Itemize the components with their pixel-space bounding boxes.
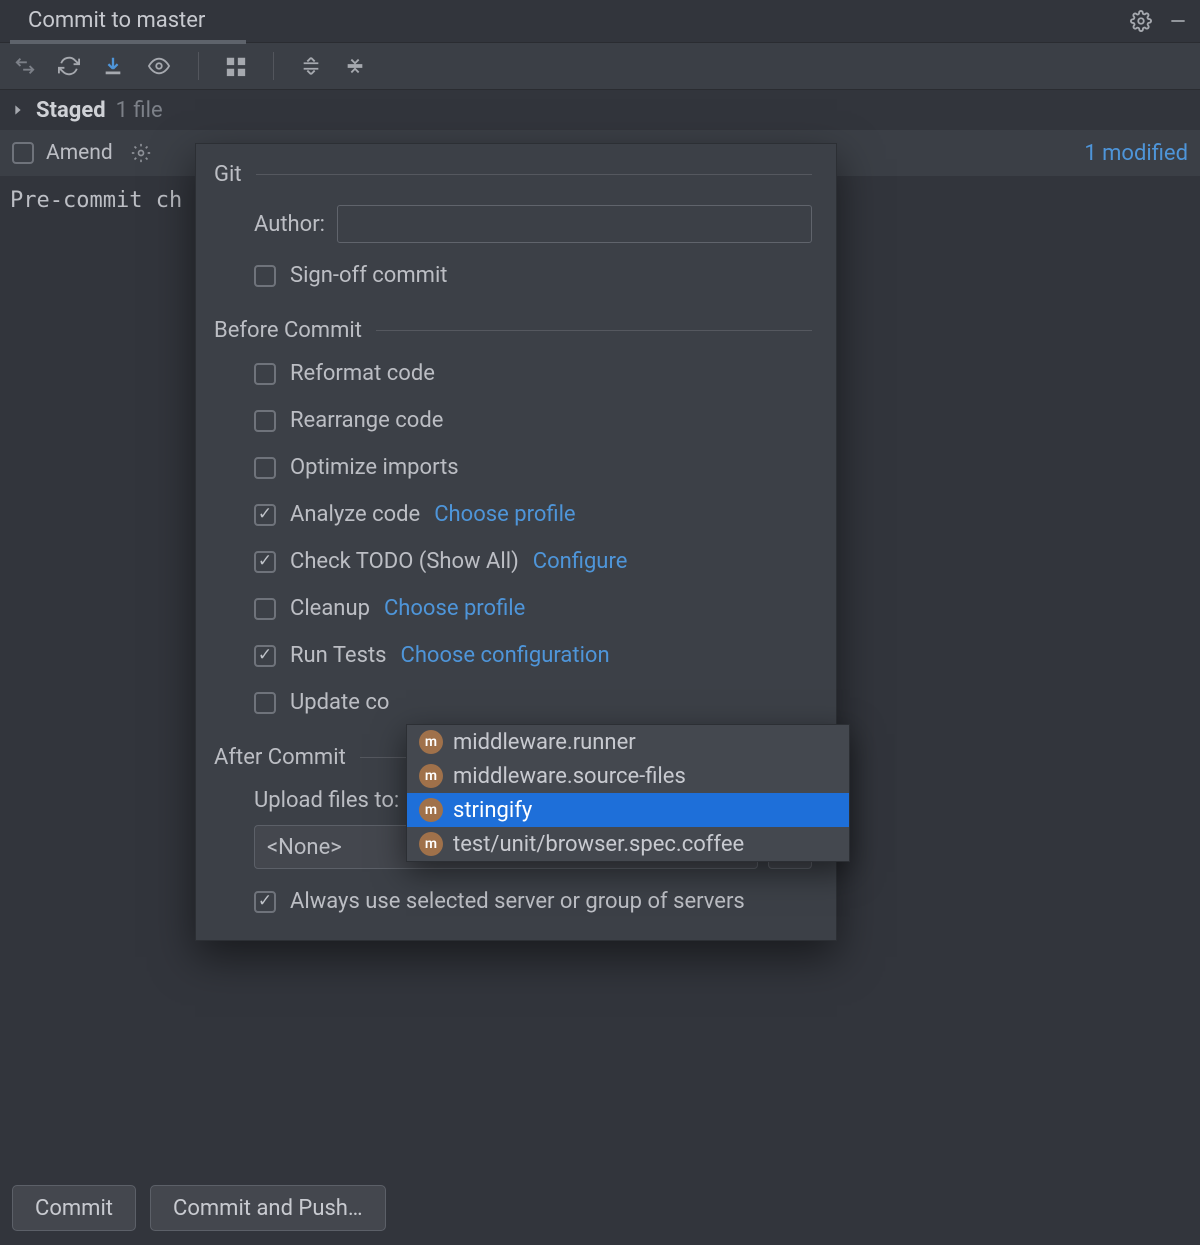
todo-checkbox[interactable] [254, 551, 276, 573]
signoff-label: Sign-off commit [290, 263, 448, 288]
minimize-icon[interactable] [1168, 11, 1188, 31]
tab-title[interactable]: Commit to master [12, 0, 221, 43]
analyze-profile-link[interactable]: Choose profile [434, 502, 575, 527]
update-label: Update co [290, 690, 389, 715]
select-value: <None> [267, 835, 342, 860]
mocha-icon: m [419, 798, 443, 822]
run-config-dropdown: m middleware.runner m middleware.source-… [406, 724, 850, 862]
config-item-label: middleware.runner [453, 730, 636, 755]
after-commit-title: After Commit [214, 745, 346, 770]
author-input[interactable] [337, 205, 812, 243]
optimize-label: Optimize imports [290, 455, 459, 480]
config-item-label: middleware.source-files [453, 764, 686, 789]
config-item-label: test/unit/browser.spec.coffee [453, 832, 744, 857]
cleanup-checkbox[interactable] [254, 598, 276, 620]
mocha-icon: m [419, 764, 443, 788]
refresh-icon[interactable] [58, 55, 80, 77]
runtests-label: Run Tests [290, 643, 387, 668]
cleanup-profile-link[interactable]: Choose profile [384, 596, 525, 621]
runtests-config-link[interactable]: Choose configuration [401, 643, 610, 668]
author-label: Author: [254, 212, 325, 237]
commit-and-push-button[interactable]: Commit and Push… [150, 1185, 386, 1231]
expand-all-icon[interactable] [300, 55, 322, 77]
collapse-all-icon[interactable] [344, 55, 366, 77]
commit-options-gear-icon[interactable] [131, 143, 151, 163]
signoff-checkbox[interactable] [254, 265, 276, 287]
rearrange-label: Rearrange code [290, 408, 443, 433]
always-server-checkbox[interactable] [254, 891, 276, 913]
modified-count-link[interactable]: 1 modified [1084, 141, 1188, 166]
commit-toolbar [0, 42, 1200, 90]
analyze-checkbox[interactable] [254, 504, 276, 526]
section-divider [376, 330, 812, 331]
toolbar-separator [273, 52, 274, 80]
optimize-checkbox[interactable] [254, 457, 276, 479]
eye-icon[interactable] [146, 55, 172, 77]
staged-label: Staged [36, 98, 106, 123]
rearrange-checkbox[interactable] [254, 410, 276, 432]
chevron-right-icon[interactable] [10, 102, 26, 118]
runtests-checkbox[interactable] [254, 645, 276, 667]
todo-label: Check TODO (Show All) [290, 549, 519, 574]
settings-gear-icon[interactable] [1130, 10, 1152, 32]
download-icon[interactable] [102, 55, 124, 77]
config-item[interactable]: m middleware.runner [407, 725, 849, 759]
analyze-label: Analyze code [290, 502, 420, 527]
config-item[interactable]: m middleware.source-files [407, 759, 849, 793]
config-item[interactable]: m stringify [407, 793, 849, 827]
before-commit-title: Before Commit [214, 318, 362, 343]
always-server-label: Always use selected server or group of s… [290, 889, 745, 914]
amend-checkbox[interactable] [12, 142, 34, 164]
toolbar-separator [198, 52, 199, 80]
mocha-icon: m [419, 832, 443, 856]
reformat-label: Reformat code [290, 361, 435, 386]
staged-count: 1 file [116, 98, 163, 123]
mocha-icon: m [419, 730, 443, 754]
group-by-icon[interactable] [225, 55, 247, 77]
swap-icon[interactable] [14, 55, 36, 77]
reformat-checkbox[interactable] [254, 363, 276, 385]
cleanup-label: Cleanup [290, 596, 370, 621]
todo-configure-link[interactable]: Configure [533, 549, 628, 574]
amend-label: Amend [46, 141, 113, 165]
config-item-label: stringify [453, 798, 532, 823]
tab-underline [10, 40, 246, 44]
update-checkbox[interactable] [254, 692, 276, 714]
config-item[interactable]: m test/unit/browser.spec.coffee [407, 827, 849, 861]
staged-row[interactable]: Staged 1 file [0, 90, 1200, 130]
git-section-title: Git [214, 162, 242, 187]
section-divider [256, 174, 812, 175]
commit-button[interactable]: Commit [12, 1185, 136, 1231]
